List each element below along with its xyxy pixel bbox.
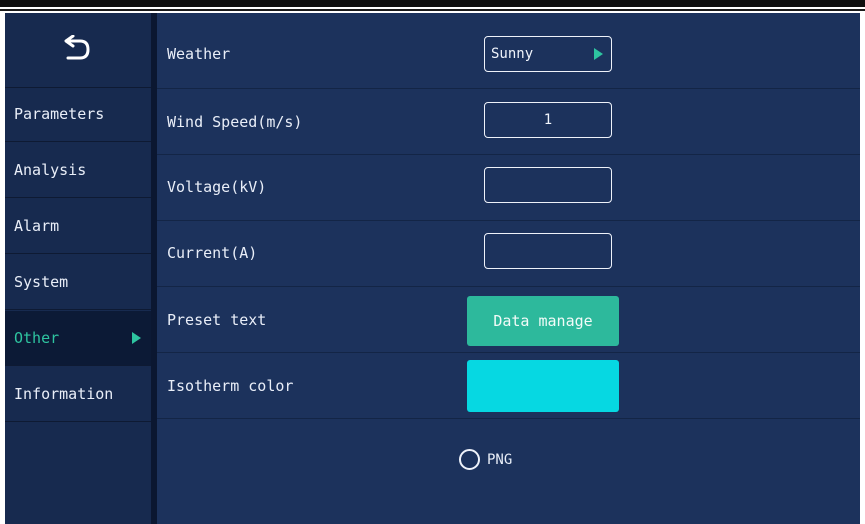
setting-row-preset-text: Preset text Data manage xyxy=(157,287,860,353)
dropdown-arrow-icon xyxy=(594,48,603,60)
preset-text-label: Preset text xyxy=(167,311,267,329)
setting-row-voltage: Voltage(kV) xyxy=(157,155,860,221)
chevron-right-icon xyxy=(132,332,141,344)
sidebar-item-analysis[interactable]: Analysis xyxy=(5,143,151,198)
current-label: Current(A) xyxy=(167,244,258,262)
sidebar-item-label: Alarm xyxy=(14,217,60,235)
settings-panel: Weather Sunny Wind Speed(m/s) 1 Voltage(… xyxy=(157,13,860,524)
setting-row-wind-speed: Wind Speed(m/s) 1 xyxy=(157,89,860,155)
weather-select[interactable]: Sunny xyxy=(484,36,612,72)
isotherm-color-label: Isotherm color xyxy=(167,377,294,395)
radio-button-icon[interactable] xyxy=(459,449,480,470)
window-top-bar xyxy=(0,0,865,7)
sidebar-item-label: Analysis xyxy=(14,161,87,179)
sidebar-item-alarm[interactable]: Alarm xyxy=(5,199,151,254)
weather-label: Weather xyxy=(167,45,231,63)
wind-speed-value: 1 xyxy=(543,112,553,128)
wind-speed-label: Wind Speed(m/s) xyxy=(167,113,303,131)
wind-speed-input[interactable]: 1 xyxy=(484,102,612,138)
isotherm-color-swatch[interactable] xyxy=(467,360,619,412)
setting-row-weather: Weather Sunny xyxy=(157,13,860,89)
data-manage-button[interactable]: Data manage xyxy=(467,296,619,346)
sidebar-item-information[interactable]: Information xyxy=(5,367,151,422)
png-radio-option[interactable]: PNG xyxy=(459,449,512,470)
setting-row-isotherm-color: Isotherm color xyxy=(157,353,860,419)
device-screen: Parameters Analysis Alarm System Other I… xyxy=(5,13,860,524)
sidebar-item-label: Other xyxy=(14,329,60,347)
weather-value: Sunny xyxy=(491,46,534,62)
sidebar-item-parameters[interactable]: Parameters xyxy=(5,87,151,142)
window-top-line xyxy=(0,9,865,11)
sidebar-item-label: System xyxy=(14,273,69,291)
setting-row-current: Current(A) xyxy=(157,221,860,287)
sidebar-item-other[interactable]: Other xyxy=(5,311,151,366)
sidebar: Parameters Analysis Alarm System Other I… xyxy=(5,13,151,524)
sidebar-item-label: Information xyxy=(14,385,114,403)
back-button[interactable] xyxy=(5,13,151,88)
voltage-input[interactable] xyxy=(484,167,612,203)
current-input[interactable] xyxy=(484,233,612,269)
voltage-label: Voltage(kV) xyxy=(167,178,267,196)
png-label: PNG xyxy=(487,451,513,468)
data-manage-label: Data manage xyxy=(493,312,593,330)
sidebar-item-label: Parameters xyxy=(14,105,105,123)
sidebar-item-system[interactable]: System xyxy=(5,255,151,310)
back-arrow-icon xyxy=(64,35,90,60)
